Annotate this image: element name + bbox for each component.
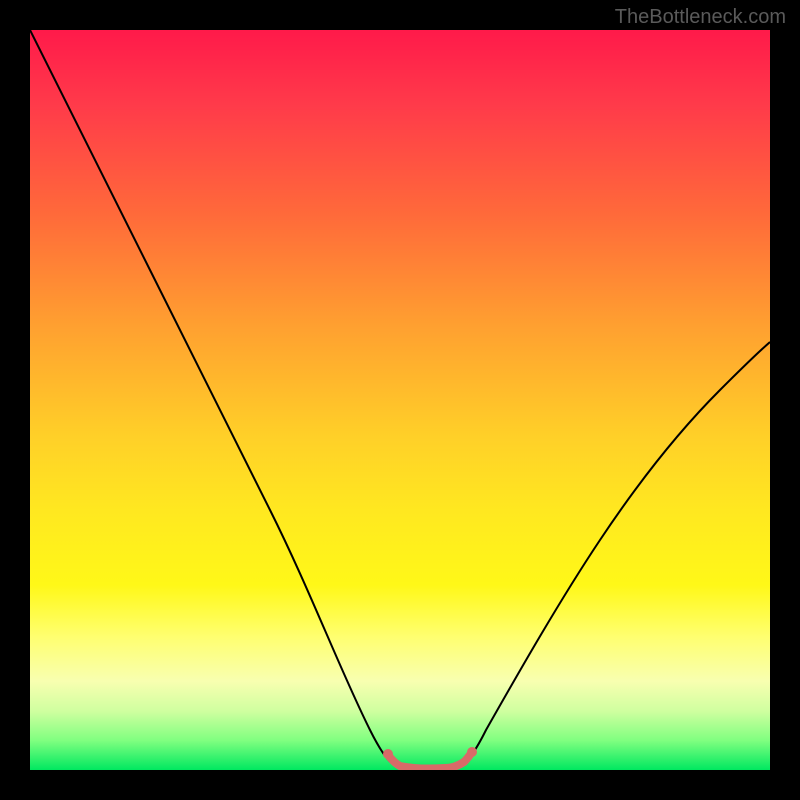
watermark-text: TheBottleneck.com [615,6,786,29]
plot-area [30,30,770,770]
gradient-background [30,30,770,770]
